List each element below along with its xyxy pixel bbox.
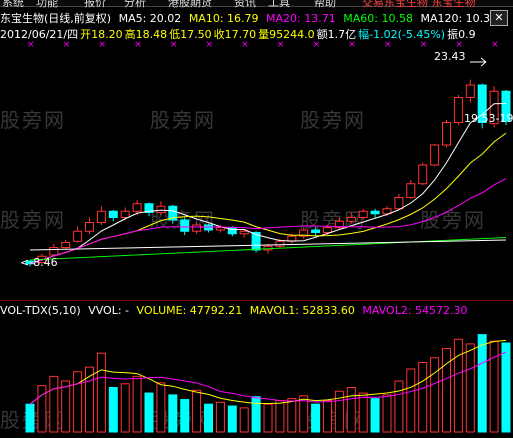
- volume-bar-down: [108, 386, 118, 433]
- volume-bar-up: [406, 368, 416, 433]
- top-marker: ×: [98, 40, 106, 50]
- volume-bar-up: [73, 371, 83, 433]
- volume-bar-up: [346, 386, 356, 433]
- low-price-label: <-8.46: [20, 256, 58, 269]
- candle-up: [61, 242, 71, 248]
- candle-up: [275, 240, 285, 247]
- candle-up: [85, 222, 94, 232]
- volume-bar-down: [227, 405, 237, 433]
- volume-bar-up: [394, 380, 404, 433]
- candle-down: [370, 210, 380, 215]
- volume-header: VOL-TDX(5,10) VVOL: - VOLUME: 47792.21 M…: [0, 304, 472, 317]
- vol-indicator-name[interactable]: VOL-TDX(5,10): [0, 304, 81, 317]
- volume-bar-up: [263, 403, 273, 433]
- top-marker: ×: [27, 40, 35, 50]
- high-arrow-head-icon: [480, 57, 487, 63]
- top-marker: ×: [63, 40, 71, 50]
- candle-up: [96, 210, 106, 223]
- low-price-value: 8.46: [33, 256, 58, 269]
- candle-up: [430, 144, 440, 166]
- candle-up: [442, 122, 451, 146]
- vvol-value: VVOL: -: [88, 304, 130, 317]
- top-marker: ×: [313, 40, 321, 50]
- high-arrow-head-icon: [480, 61, 487, 67]
- volume-bar-down: [370, 398, 380, 433]
- top-marker: ×: [241, 40, 249, 50]
- volume-bar-down: [25, 403, 35, 433]
- candle-up: [358, 210, 368, 218]
- candle-up: [323, 227, 332, 233]
- candle-up: [120, 210, 130, 218]
- volume-bar-up: [49, 375, 59, 433]
- volume-bar-up: [442, 348, 451, 433]
- candle-up: [346, 217, 356, 222]
- panel-divider: [0, 300, 513, 301]
- volume-bar-down: [180, 399, 190, 433]
- right-price-label: 19.53-19: [464, 112, 513, 125]
- candle-up: [73, 230, 83, 242]
- mavol2-value: MAVOL2: 54572.30: [362, 304, 468, 317]
- volume-bar-up: [156, 382, 166, 433]
- candle-down: [180, 219, 190, 232]
- volume-bar-down: [477, 334, 487, 433]
- top-marker: ×: [134, 40, 142, 50]
- top-marker: ×: [206, 40, 214, 50]
- volume-bar-up: [323, 399, 332, 433]
- volume-bar-up: [430, 357, 440, 433]
- candle-down: [311, 229, 321, 233]
- volume-bar-up: [287, 398, 297, 433]
- volume-bar-up: [453, 338, 463, 433]
- candle-up: [418, 164, 428, 185]
- volume-bar-up: [465, 343, 475, 433]
- candle-up: [192, 224, 202, 232]
- volume-bar-up: [96, 352, 106, 433]
- candle-up: [239, 230, 249, 235]
- volume-bar-up: [489, 340, 499, 433]
- volume-bar-up: [418, 361, 428, 433]
- volume-bar-down: [311, 403, 321, 433]
- candle-up: [156, 205, 166, 213]
- volume-bar-down: [501, 342, 511, 433]
- candle-down: [108, 210, 118, 218]
- volume-bar-up: [215, 401, 225, 433]
- volume-bar-up: [132, 375, 142, 433]
- kline-chart[interactable]: × × × × × × × × × × × × × ×: [0, 0, 513, 438]
- volume-bar-up: [358, 392, 368, 433]
- top-marker: ×: [348, 40, 356, 50]
- top-marker: ×: [420, 40, 428, 50]
- volume-bar-up: [275, 399, 285, 433]
- top-marker: ×: [384, 40, 392, 50]
- candle-up: [465, 84, 475, 98]
- mavol1-value: MAVOL1: 52833.60: [249, 304, 355, 317]
- top-marker: ×: [491, 40, 499, 50]
- candle-up: [132, 203, 142, 212]
- candle-up: [49, 247, 59, 256]
- volume-bar-down: [168, 394, 178, 433]
- volume-bar-up: [120, 383, 130, 433]
- volume-bar-up: [239, 407, 249, 433]
- volume-bar-down: [204, 403, 213, 433]
- candle-up: [406, 183, 416, 198]
- volume-bar-up: [382, 394, 392, 433]
- candle-up: [394, 197, 404, 210]
- volume-value: VOLUME: 47792.21: [136, 304, 243, 317]
- volume-bar-down: [251, 396, 261, 433]
- top-marker: ×: [170, 40, 178, 50]
- volume-bar-down: [144, 392, 154, 433]
- volume-bar-up: [192, 389, 202, 433]
- volume-bar-up: [61, 380, 71, 433]
- candle-up: [453, 97, 463, 123]
- high-price-label: 23.43: [434, 50, 466, 63]
- top-marker: ×: [455, 40, 463, 50]
- top-marker: ×: [277, 40, 285, 50]
- volume-bar-up: [37, 385, 47, 433]
